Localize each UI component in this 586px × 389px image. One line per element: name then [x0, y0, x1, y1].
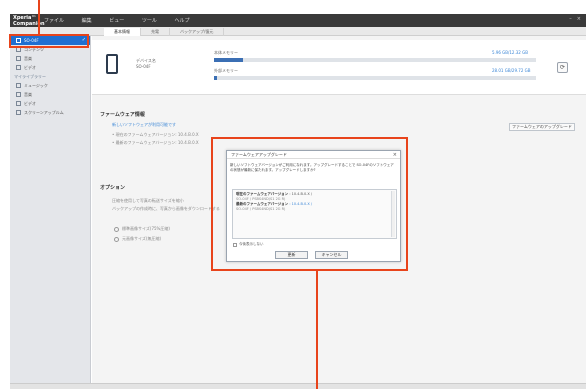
- title-bar: Xperia™ Companion ファイル 編集 ビュー ツール ヘルプ – …: [10, 14, 586, 27]
- internal-memory-bar: [214, 58, 536, 62]
- screenshot-root: Xperia™ Companion ファイル 編集 ビュー ツール ヘルプ – …: [0, 0, 586, 389]
- phone-icon: [106, 54, 118, 74]
- firmware-update-link[interactable]: 新しいソフトウェアが利用可能です: [112, 122, 176, 128]
- close-window-button[interactable]: ×: [577, 16, 581, 22]
- menu-help[interactable]: ヘルプ: [174, 18, 189, 24]
- firmware-current-version: • 現在のファームウェアバージョン: 10.4.B.0.X: [112, 132, 199, 137]
- device-info: デバイス名 SO-04F: [136, 58, 156, 70]
- menu-bar: ファイル 編集 ビュー ツール ヘルプ: [44, 17, 205, 24]
- tab-backup-restore[interactable]: バックアップ/復元: [170, 28, 225, 36]
- sidebar-item-library-audio[interactable]: 音楽: [10, 90, 90, 99]
- callout-line-device: [38, 0, 40, 34]
- status-bar: [10, 383, 586, 389]
- internal-memory-label: 本体メモリー: [214, 50, 238, 55]
- sidebar-item-label: 音楽: [24, 92, 32, 97]
- tab-charge[interactable]: 充電: [141, 28, 170, 36]
- video-icon: [16, 65, 21, 70]
- sidebar-item-label: ビデオ: [24, 101, 36, 106]
- radio-label: 標準画像サイズ(75%圧縮): [122, 226, 170, 231]
- sidebar-item-label: 音楽: [24, 56, 32, 61]
- sidebar-item-music[interactable]: 音楽: [10, 54, 90, 63]
- refresh-icon: ⟳: [559, 64, 566, 71]
- sidebar-item-label: ミュージック: [24, 83, 48, 88]
- sd-memory-label: 外部メモリー: [214, 68, 238, 73]
- sidebar-item-label: ビデオ: [24, 65, 36, 70]
- menu-view[interactable]: ビュー: [109, 18, 124, 24]
- sd-memory-bar: [214, 76, 536, 80]
- radio-original-size[interactable]: 元画像サイズ(無圧縮): [114, 236, 161, 242]
- photo-icon: [16, 110, 21, 115]
- internal-memory-value: 5.96 GB/12.32 GB: [492, 50, 528, 55]
- minimize-button[interactable]: –: [569, 16, 572, 22]
- sidebar-item-library-music[interactable]: ミュージック: [10, 81, 90, 90]
- menu-tools[interactable]: ツール: [142, 18, 157, 24]
- tab-basic-info[interactable]: 基本情報: [104, 28, 141, 36]
- options-desc-2: バックアップの作成時に、写真から画像をダウンロードする: [112, 206, 220, 211]
- internal-memory-fill: [214, 58, 243, 62]
- options-section-title: オプション: [100, 185, 126, 191]
- options-desc-1: 圧縮を使用して写真の転送サイズを縮小: [112, 198, 184, 203]
- tab-bar: 基本情報 充電 バックアップ/復元: [10, 27, 586, 36]
- audio-icon: [16, 92, 21, 97]
- sidebar: SO-04F ✓ コンテンツ 音楽 ビデオ マイライブラリー ミュージック 音楽…: [10, 36, 91, 383]
- firmware-section-title: ファームウェア情報: [100, 112, 145, 118]
- callout-line-dialog: [316, 271, 318, 389]
- music-icon: [16, 56, 21, 61]
- sidebar-section-label: マイライブラリー: [14, 74, 46, 79]
- radio-icon: [114, 236, 119, 242]
- device-summary: デバイス名 SO-04F 本体メモリー 5.96 GB/12.32 GB 外部メ…: [92, 40, 586, 95]
- window-controls: – ×: [569, 16, 581, 22]
- sidebar-item-library-screens[interactable]: スクリーンアップルム: [10, 108, 90, 117]
- device-info-line2: SO-04F: [136, 64, 151, 69]
- sd-memory-value: 28.01 GB/29.72 GB: [492, 68, 531, 73]
- menu-file[interactable]: ファイル: [44, 18, 64, 24]
- sd-memory-fill: [214, 76, 218, 80]
- callout-highlight-dialog: [211, 137, 408, 271]
- radio-icon: [114, 226, 119, 232]
- menu-edit[interactable]: 編集: [82, 18, 92, 24]
- sidebar-item-library-video[interactable]: ビデオ: [10, 99, 90, 108]
- firmware-upgrade-button[interactable]: ファームウェアのアップグレード: [509, 123, 575, 131]
- radio-standard-size[interactable]: 標準画像サイズ(75%圧縮): [114, 226, 170, 232]
- video-icon: [16, 101, 21, 106]
- firmware-latest-version: • 最新のファームウェアバージョン: 10.4.B.0.X: [112, 140, 199, 145]
- callout-highlight-device: [9, 34, 89, 48]
- refresh-button[interactable]: ⟳: [557, 62, 568, 73]
- radio-label: 元画像サイズ(無圧縮): [122, 236, 162, 241]
- sidebar-item-label: スクリーンアップルム: [24, 110, 64, 115]
- sidebar-item-video[interactable]: ビデオ: [10, 63, 90, 72]
- music-icon: [16, 83, 21, 88]
